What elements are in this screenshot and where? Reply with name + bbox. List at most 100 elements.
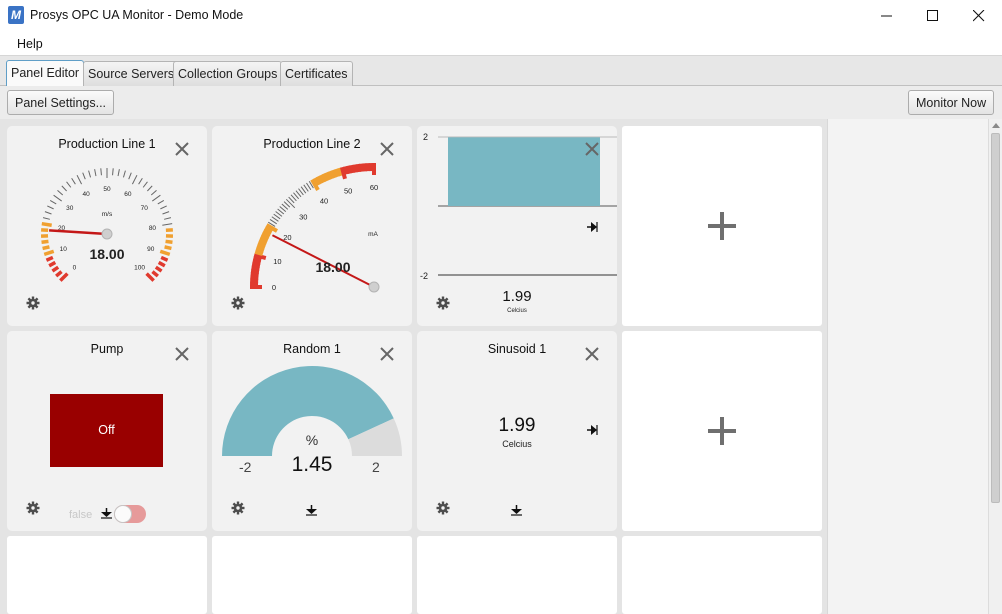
gauge-tick [150, 189, 157, 196]
gauge-tick [362, 163, 367, 172]
gauge-tick [57, 189, 64, 196]
empty-slot[interactable] [417, 536, 617, 614]
gauge-tick [285, 198, 296, 209]
gauge-tick [43, 249, 55, 257]
maximize-button[interactable] [910, 0, 956, 31]
panel-production-line-2[interactable]: Production Line 2 0 10 20 30 40 50 60 mA 18.00 [212, 126, 412, 326]
gear-icon[interactable] [26, 296, 40, 310]
close-icon[interactable] [380, 347, 394, 361]
close-icon[interactable] [585, 142, 599, 156]
tab-panel-editor[interactable]: Panel Editor [6, 60, 85, 87]
quarter-gauge: 01020304050 60mA18.00 [249, 162, 380, 293]
arrow-right-icon[interactable] [586, 424, 598, 436]
gauge-tick [41, 239, 49, 245]
min-label: -2 [239, 459, 252, 475]
unit-label: Celcius [502, 439, 532, 449]
gauge-tick [55, 270, 63, 278]
panel-grid: Production Line 1 0 10 20 30 40 50 60 70 80 90 100… [0, 119, 1002, 614]
unit-label: mA [368, 231, 378, 238]
tick-label: 0 [73, 265, 77, 272]
gauge-tick [122, 170, 126, 178]
gear-icon[interactable] [436, 296, 450, 310]
arrow-right-icon[interactable] [586, 221, 598, 233]
tab-collection-groups[interactable]: Collection Groups [173, 61, 283, 86]
gauge-tick [138, 178, 143, 185]
panel-sinusoid-1[interactable]: Sinusoid 1 1.99 Celcius [417, 331, 617, 531]
gauge-tick [164, 245, 172, 251]
scroll-thumb[interactable] [991, 133, 1000, 503]
gauge-tick [71, 178, 76, 185]
minimize-button[interactable] [864, 0, 910, 31]
axis-max-label: 2 [423, 132, 428, 142]
empty-slot[interactable] [7, 536, 207, 614]
plus-icon [708, 212, 736, 240]
gauge-tick [165, 239, 173, 245]
gauge-tick [112, 168, 114, 176]
tick-label: 10 [273, 257, 281, 266]
gear-icon[interactable] [26, 501, 40, 515]
gauge-tick [94, 169, 97, 177]
gauge-tick [42, 217, 50, 220]
empty-slot[interactable] [622, 536, 822, 614]
add-panel-button[interactable] [622, 126, 822, 326]
menu-help[interactable]: Help [17, 37, 43, 51]
gauge-tick [352, 164, 358, 173]
gauge-tick [147, 185, 153, 192]
current-value: 18.00 [315, 259, 350, 275]
panel-bar-chart[interactable]: 2 -2 1.99 Celcius [417, 126, 617, 326]
gauge-tick [306, 182, 312, 190]
gauge-tick [82, 172, 86, 180]
tab-source-servers[interactable]: Source Servers [83, 61, 180, 86]
panel-settings-button[interactable]: Panel Settings... [7, 90, 115, 115]
tick-label: 50 [103, 186, 111, 193]
panel-production-line-1[interactable]: Production Line 1 0 10 20 30 40 50 60 70 80 90 100… [7, 126, 207, 326]
arrow-down-icon[interactable] [306, 505, 317, 516]
gauge-tick [157, 199, 165, 205]
max-label: 2 [372, 459, 380, 475]
close-icon[interactable] [585, 347, 599, 361]
arrow-down-icon[interactable] [511, 505, 522, 516]
gauge-tick [145, 272, 155, 282]
tick-label: 30 [66, 205, 74, 212]
tab-bar: Panel Editor Source Servers Collection G… [0, 56, 1002, 87]
unit-label: % [305, 432, 319, 448]
gauge-tick [162, 223, 173, 226]
panel-pump[interactable]: Pump Off false [7, 331, 207, 531]
gauge-tick [162, 211, 170, 215]
gauge-tick [152, 194, 161, 202]
minimize-icon [881, 15, 892, 17]
scroll-up-icon[interactable] [992, 123, 1000, 128]
add-panel-button[interactable] [622, 331, 822, 531]
gauge-tick [100, 168, 102, 176]
vertical-scrollbar[interactable] [988, 119, 1002, 614]
gauge-tick [250, 272, 259, 277]
tab-certificates[interactable]: Certificates [280, 61, 353, 86]
monitor-now-button[interactable]: Monitor Now [908, 90, 995, 115]
arrow-down-icon[interactable] [101, 508, 112, 519]
needle-hub [368, 281, 380, 293]
close-window-button[interactable] [956, 0, 1002, 31]
gauge-tick [131, 174, 138, 185]
gauge-tick [142, 181, 148, 188]
pump-toggle-switch[interactable] [114, 505, 146, 523]
close-icon [973, 10, 985, 22]
close-icon[interactable] [175, 347, 189, 361]
gauge-tick [45, 255, 54, 262]
tick-label: 60 [370, 183, 378, 192]
current-value: 18.00 [89, 246, 124, 262]
gauge-tick [88, 170, 92, 178]
gauge-tick [355, 163, 361, 173]
app-logo-icon: M [8, 6, 24, 24]
tick-label: 0 [272, 283, 276, 292]
gauge-tick [151, 270, 159, 278]
gauge-tick [128, 172, 132, 180]
gear-icon[interactable] [436, 501, 450, 515]
gauge-tick [271, 216, 279, 222]
panel-random-1[interactable]: Random 1 % 1.45 -2 2 [212, 331, 412, 531]
gear-icon[interactable] [231, 501, 245, 515]
gauge-tick [346, 165, 352, 174]
empty-slot[interactable] [212, 536, 412, 614]
tick-label: 100 [134, 265, 145, 272]
gear-icon[interactable] [231, 296, 245, 310]
tick-label: 60 [124, 191, 132, 198]
